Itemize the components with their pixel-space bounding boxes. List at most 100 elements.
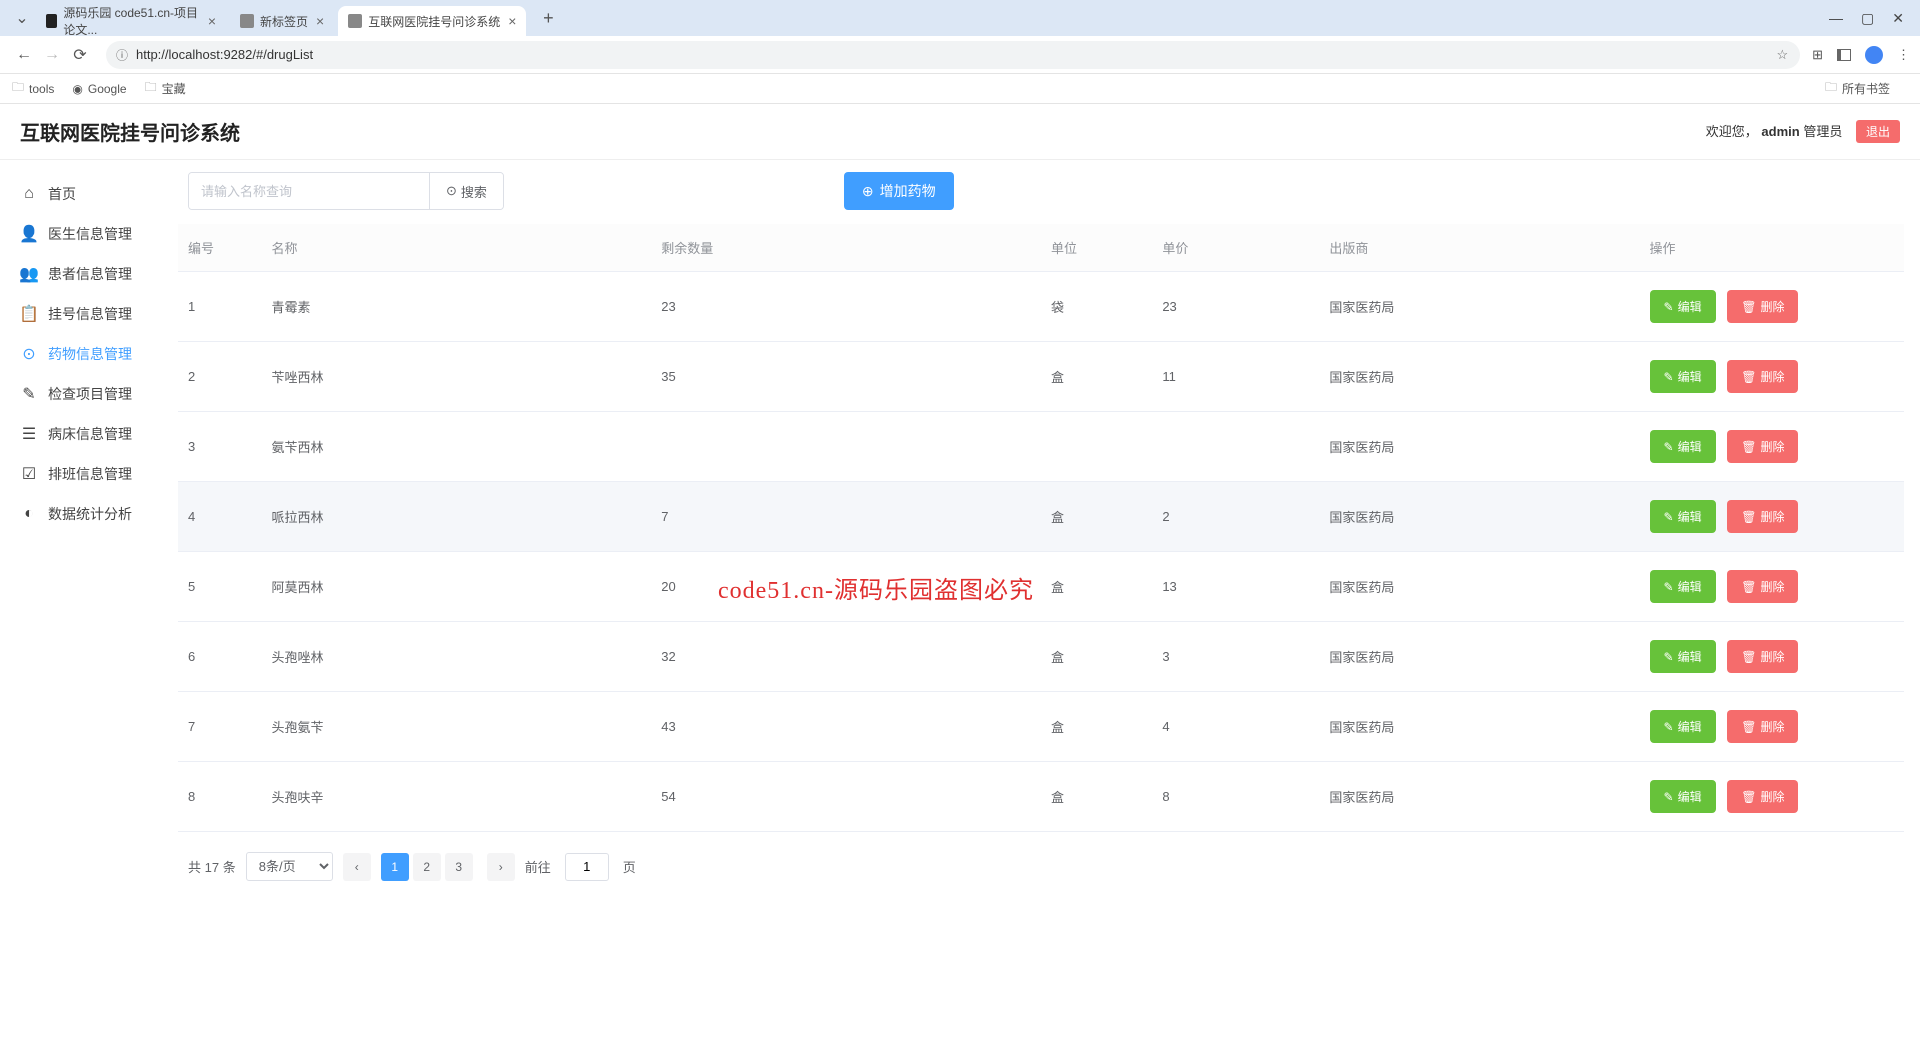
goto-page-input[interactable] [565,853,609,881]
main-content: ⊙ 搜索 ⊕ 增加药物 编号 名称 剩余数量 单位 单价 出版商 操作 [178,160,1920,901]
cell-op: ✎编辑 🗑删除 [1640,622,1905,692]
sidebar-item-1[interactable]: 👤医生信息管理 [0,214,178,254]
edit-button[interactable]: ✎编辑 [1650,710,1716,743]
page-number-1[interactable]: 1 [381,853,409,881]
delete-button[interactable]: 🗑删除 [1727,710,1798,743]
folder-icon: 🗀 [1825,78,1837,99]
close-window-icon[interactable]: ✕ [1892,10,1904,27]
cell-unit: 盒 [1041,342,1152,412]
reload-icon[interactable]: ⟳ [66,41,94,69]
bookmark-bar: 🗀tools ◉Google 🗀宝藏 🗀所有书签 [0,74,1920,104]
cell-unit: 盒 [1041,762,1152,832]
page-size-select[interactable]: 8条/页 [246,852,333,881]
table-row: 5 阿莫西林 20 盒 13 国家医药局 ✎编辑 🗑删除 [178,552,1904,622]
bookmark-tools[interactable]: 🗀tools [12,78,54,99]
search-button[interactable]: ⊙ 搜索 [429,173,503,209]
cell-unit: 盒 [1041,692,1152,762]
close-icon[interactable]: × [508,13,516,29]
prev-page-button[interactable]: ‹ [343,853,371,881]
favicon-icon [46,14,57,28]
schedule-icon: ☑ [20,465,38,483]
delete-button[interactable]: 🗑删除 [1727,570,1798,603]
maximize-icon[interactable]: ▢ [1861,10,1874,27]
username: admin [1761,124,1799,139]
sidebar-item-4[interactable]: ⊙药物信息管理 [0,334,178,374]
cell-id: 7 [178,692,262,762]
panel-icon[interactable] [1837,49,1851,61]
home-icon: ⌂ [20,185,38,203]
bookmark-all[interactable]: 🗀所有书签 [1825,78,1890,99]
bookmark-baozang[interactable]: 🗀宝藏 [145,78,186,99]
cell-id: 1 [178,272,262,342]
doctor-icon: 👤 [20,225,38,243]
trash-icon: 🗑 [1741,370,1756,384]
drug-table: 编号 名称 剩余数量 单位 单价 出版商 操作 1 青霉素 23 袋 23 国家… [178,224,1904,832]
bookmark-google[interactable]: ◉Google [72,82,126,96]
edit-button[interactable]: ✎编辑 [1650,570,1716,603]
address-input[interactable] [106,41,1800,69]
page-number-2[interactable]: 2 [413,853,441,881]
delete-button[interactable]: 🗑删除 [1727,430,1798,463]
edit-button[interactable]: ✎编辑 [1650,360,1716,393]
close-icon[interactable]: × [208,13,216,29]
logout-button[interactable]: 退出 [1856,120,1900,143]
cell-unit: 袋 [1041,272,1152,342]
menu-icon[interactable]: ⋮ [1897,47,1910,63]
edit-button[interactable]: ✎编辑 [1650,430,1716,463]
browser-tab-bar: ⌄ 源码乐园 code51.cn-项目论文... × 新标签页 × 互联网医院挂… [0,0,1920,36]
tab-dropdown-icon[interactable]: ⌄ [8,4,36,32]
edit-icon: ✎ [1664,720,1674,734]
tab-title: 新标签页 [260,13,308,30]
stat-icon: ◐ [20,505,38,523]
delete-button[interactable]: 🗑删除 [1727,500,1798,533]
sidebar-item-0[interactable]: ⌂首页 [0,174,178,214]
drug-icon: ⊙ [20,345,38,363]
close-icon[interactable]: × [316,13,324,29]
folder-icon: 🗀 [12,78,24,99]
sidebar-item-label: 排班信息管理 [48,464,132,484]
th-price: 单价 [1152,224,1319,272]
cell-op: ✎编辑 🗑删除 [1640,272,1905,342]
browser-tab-1[interactable]: 源码乐园 code51.cn-项目论文... × [36,6,226,36]
cell-publisher: 国家医药局 [1319,622,1639,692]
table-row: 2 苄唑西林 35 盒 11 国家医药局 ✎编辑 🗑删除 [178,342,1904,412]
sidebar-item-label: 检查项目管理 [48,384,132,404]
page-number-3[interactable]: 3 [445,853,473,881]
new-tab-button[interactable]: + [534,4,562,32]
edit-button[interactable]: ✎编辑 [1650,290,1716,323]
table-row: 8 头孢呋辛 54 盒 8 国家医药局 ✎编辑 🗑删除 [178,762,1904,832]
search-input[interactable] [189,173,429,209]
minimize-icon[interactable]: — [1829,10,1843,27]
delete-button[interactable]: 🗑删除 [1727,290,1798,323]
cell-id: 2 [178,342,262,412]
edit-icon: ✎ [1664,510,1674,524]
edit-button[interactable]: ✎编辑 [1650,640,1716,673]
cell-name: 头孢呋辛 [262,762,652,832]
sidebar-item-8[interactable]: ◐ 数据统计分析 [0,494,178,534]
trash-icon: 🗑 [1741,650,1756,664]
delete-button[interactable]: 🗑删除 [1727,640,1798,673]
sidebar-item-6[interactable]: ☰病床信息管理 [0,414,178,454]
add-drug-button[interactable]: ⊕ 增加药物 [844,172,954,210]
sidebar-item-5[interactable]: ✎检查项目管理 [0,374,178,414]
favicon-icon [240,14,254,28]
cell-op: ✎编辑 🗑删除 [1640,552,1905,622]
extensions-icon[interactable]: ⊞ [1812,47,1823,63]
delete-button[interactable]: 🗑删除 [1727,360,1798,393]
sidebar-item-label: 数据统计分析 [48,504,132,524]
edit-button[interactable]: ✎编辑 [1650,500,1716,533]
delete-button[interactable]: 🗑删除 [1727,780,1798,813]
browser-tab-3-active[interactable]: 互联网医院挂号问诊系统 × [338,6,526,36]
back-icon[interactable]: ← [10,41,38,69]
forward-icon[interactable]: → [38,41,66,69]
edit-button[interactable]: ✎编辑 [1650,780,1716,813]
sidebar-item-7[interactable]: ☑ 排班信息管理 [0,454,178,494]
site-info-icon[interactable]: ⓘ [116,46,128,63]
profile-icon[interactable] [1865,46,1883,64]
sidebar-item-2[interactable]: 👥患者信息管理 [0,254,178,294]
next-page-button[interactable]: › [487,853,515,881]
browser-tab-2[interactable]: 新标签页 × [230,6,334,36]
sidebar-item-3[interactable]: 📋挂号信息管理 [0,294,178,334]
bookmark-star-icon[interactable]: ☆ [1776,47,1788,63]
cell-price: 4 [1152,692,1319,762]
